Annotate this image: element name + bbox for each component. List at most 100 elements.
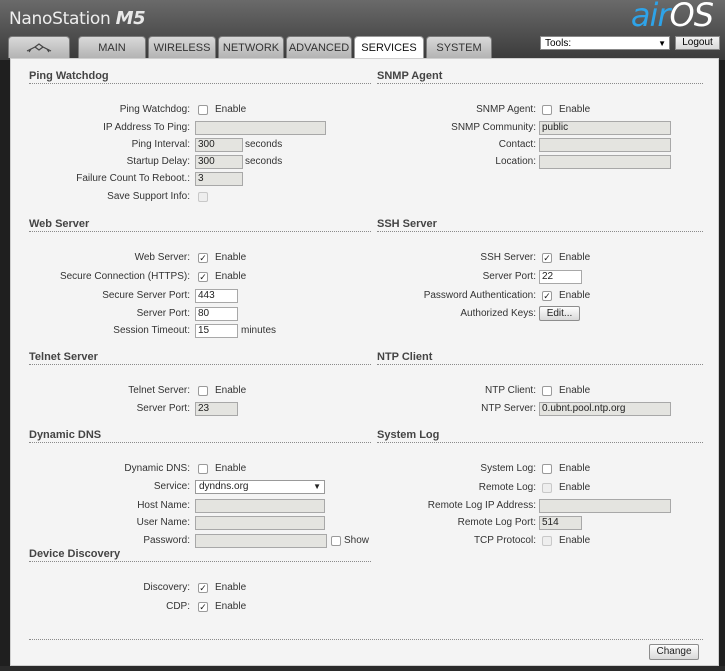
remote-log-ip-input[interactable]: [539, 499, 671, 513]
change-button[interactable]: Change: [649, 644, 699, 660]
ping-interval-unit: seconds: [245, 139, 283, 150]
divider: [377, 364, 703, 365]
tab-services[interactable]: SERVICES: [354, 36, 424, 60]
ddns-password-input[interactable]: [195, 534, 327, 548]
web-server-enable-text: Enable: [215, 252, 247, 263]
footer-bar: [0, 666, 725, 671]
failure-count-input[interactable]: 3: [195, 172, 243, 186]
ddns-host-input[interactable]: [195, 499, 325, 513]
header-bar: NanoStation M5 airOS MAIN WIRELESS NETWO…: [0, 0, 725, 60]
ping-ip-input[interactable]: [195, 121, 326, 135]
startup-delay-input[interactable]: 300: [195, 155, 243, 169]
https-checkbox[interactable]: ✓: [198, 272, 208, 282]
telnet-port-input[interactable]: 23: [195, 402, 238, 416]
divider: [29, 442, 371, 443]
ssh-port-input[interactable]: 22: [539, 270, 582, 284]
remote-log-port-input[interactable]: 514: [539, 516, 582, 530]
section-title-ntp-client: NTP Client: [377, 351, 433, 363]
snmp-agent-label: SNMP Agent:: [476, 104, 536, 115]
discovery-checkbox[interactable]: ✓: [198, 583, 208, 593]
tcp-protocol-checkbox[interactable]: [542, 536, 552, 546]
tab-main[interactable]: MAIN: [78, 36, 146, 58]
system-log-enable-text: Enable: [559, 463, 591, 474]
snmp-location-input[interactable]: [539, 155, 671, 169]
airos-logo: airOS: [630, 0, 714, 34]
ntp-server-input[interactable]: 0.ubnt.pool.ntp.org: [539, 402, 671, 416]
password-auth-checkbox[interactable]: ✓: [542, 291, 552, 301]
snmp-community-label: SNMP Community:: [451, 122, 536, 133]
authorized-keys-edit-button[interactable]: Edit...: [539, 306, 580, 321]
ping-watchdog-label: Ping Watchdog:: [119, 104, 190, 115]
tools-dropdown[interactable]: Tools: ▼: [540, 36, 670, 50]
divider: [377, 442, 703, 443]
ping-interval-input[interactable]: 300: [195, 138, 243, 152]
password-auth-label: Password Authentication:: [423, 290, 536, 301]
brand-model: M5: [115, 8, 146, 29]
chevron-down-icon: ▼: [313, 482, 321, 491]
section-title-ping-watchdog: Ping Watchdog: [29, 70, 109, 82]
divider: [29, 561, 371, 562]
ping-watchdog-enable-text: Enable: [215, 104, 247, 115]
secure-port-input[interactable]: 443: [195, 289, 238, 303]
ddns-checkbox[interactable]: [198, 464, 208, 474]
section-title-ssh-server: SSH Server: [377, 218, 437, 230]
web-port-input[interactable]: 80: [195, 307, 238, 321]
remote-log-port-label: Remote Log Port:: [457, 517, 536, 528]
remote-log-checkbox[interactable]: [542, 483, 552, 493]
startup-delay-unit: seconds: [245, 156, 283, 167]
tab-wireless[interactable]: WIRELESS: [148, 36, 216, 58]
telnet-server-label: Telnet Server:: [128, 385, 190, 396]
section-title-telnet-server: Telnet Server: [29, 351, 98, 363]
services-panel: Ping Watchdog Ping Watchdog: Enable IP A…: [10, 58, 719, 666]
show-password-checkbox[interactable]: [331, 536, 341, 546]
system-log-label: System Log:: [480, 463, 536, 474]
logout-button[interactable]: Logout: [675, 36, 720, 50]
tcp-protocol-label: TCP Protocol:: [473, 535, 536, 546]
cdp-label: CDP:: [166, 601, 190, 612]
ssh-server-label: SSH Server:: [480, 252, 536, 263]
divider: [29, 364, 371, 365]
discovery-label: Discovery:: [143, 582, 190, 593]
snmp-location-label: Location:: [495, 156, 536, 167]
tab-ubiquiti-logo[interactable]: [8, 36, 70, 58]
snmp-community-input[interactable]: public: [539, 121, 671, 135]
ntp-client-label: NTP Client:: [485, 385, 536, 396]
ddns-label: Dynamic DNS:: [124, 463, 190, 474]
ntp-enable-text: Enable: [559, 385, 591, 396]
remote-log-ip-label: Remote Log IP Address:: [427, 500, 536, 511]
ddns-service-label: Service:: [153, 481, 190, 492]
ddns-user-input[interactable]: [195, 516, 325, 530]
ddns-service-select[interactable]: dyndns.org ▼: [195, 480, 325, 494]
ssh-server-enable-text: Enable: [559, 252, 591, 263]
ntp-client-checkbox[interactable]: [542, 386, 552, 396]
system-log-checkbox[interactable]: [542, 464, 552, 474]
web-server-checkbox[interactable]: ✓: [198, 253, 208, 263]
tab-system[interactable]: SYSTEM: [426, 36, 492, 58]
ntp-server-label: NTP Server:: [481, 403, 536, 414]
failure-count-label: Failure Count To Reboot.:: [76, 173, 190, 184]
ping-ip-label: IP Address To Ping:: [103, 122, 190, 133]
tab-advanced[interactable]: ADVANCED: [286, 36, 352, 58]
snmp-agent-checkbox[interactable]: [542, 105, 552, 115]
ssh-server-checkbox[interactable]: ✓: [542, 253, 552, 263]
tab-network[interactable]: NETWORK: [218, 36, 284, 58]
telnet-server-checkbox[interactable]: [198, 386, 208, 396]
telnet-port-label: Server Port:: [136, 403, 190, 414]
startup-delay-label: Startup Delay:: [126, 156, 190, 167]
brand-name: NanoStation: [9, 9, 111, 29]
secure-port-label: Secure Server Port:: [102, 290, 190, 301]
divider: [29, 83, 371, 84]
ping-watchdog-checkbox[interactable]: [198, 105, 208, 115]
session-timeout-input[interactable]: 15: [195, 324, 238, 338]
password-auth-enable-text: Enable: [559, 290, 591, 301]
divider: [29, 639, 703, 640]
snmp-contact-input[interactable]: [539, 138, 671, 152]
cdp-checkbox[interactable]: ✓: [198, 602, 208, 612]
ddns-enable-text: Enable: [215, 463, 247, 474]
session-timeout-unit: minutes: [241, 325, 277, 336]
divider: [377, 83, 703, 84]
save-support-checkbox[interactable]: [198, 192, 208, 202]
ssh-port-label: Server Port:: [482, 271, 536, 282]
section-title-device-discovery: Device Discovery: [29, 548, 121, 560]
save-support-label: Save Support Info:: [107, 191, 190, 202]
